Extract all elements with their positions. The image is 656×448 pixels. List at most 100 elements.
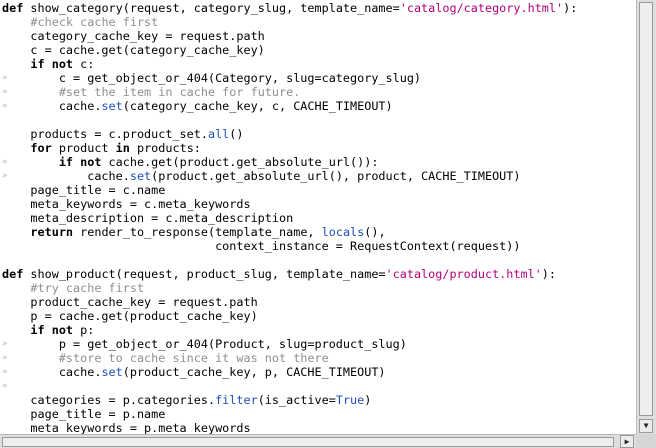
code-token: #try cache first: [30, 281, 145, 295]
code-token: product_cache_key = request.path: [2, 295, 258, 309]
code-token: (),: [364, 225, 386, 239]
code-token: cache.: [2, 365, 102, 379]
code-line: if not c:: [2, 57, 94, 71]
code-line: c = cache.get(category_cache_key): [2, 43, 265, 57]
code-token: cache.get(product.get_absolute_url()):: [101, 155, 379, 169]
code-token: set: [101, 365, 123, 379]
code-token: if not: [30, 57, 74, 71]
scroll-down-button[interactable]: ▼: [639, 419, 653, 433]
code-token: context_instance = RequestContext(reques…: [2, 239, 521, 253]
code-token: meta_keywords = p.meta_keywords: [2, 421, 251, 434]
code-token: products = c.product_set.: [2, 127, 208, 141]
code-line: meta_keywords = c.meta_keywords: [2, 197, 251, 211]
code-token: meta_description = c.meta_description: [2, 211, 294, 225]
code-line: #store to cache since it was not there: [2, 351, 329, 365]
code-line: for product in products:: [2, 141, 201, 155]
code-line: if not p:: [2, 323, 94, 337]
code-line: categories = p.categories.filter(is_acti…: [2, 393, 371, 407]
code-line: #set the item in cache for future.: [2, 85, 300, 99]
code-token: render_to_response(template_name,: [73, 225, 322, 239]
code-token: c = cache.get(category_cache_key): [2, 43, 265, 57]
code-token: cache.: [2, 169, 130, 183]
code-token: set: [101, 99, 123, 113]
vertical-scrollbar[interactable]: ▼: [636, 0, 656, 434]
code-token: in: [115, 141, 130, 155]
code-line: c = get_object_or_404(Category, slug=cat…: [2, 71, 421, 85]
code-line: meta_description = c.meta_description: [2, 211, 293, 225]
code-token: products:: [129, 141, 201, 155]
code-token: product: [51, 141, 116, 155]
code-line: if not cache.get(product.get_absolute_ur…: [2, 155, 379, 169]
code-line: p = get_object_or_404(Product, slug=prod…: [2, 337, 407, 351]
code-token: #set the item in cache for future.: [58, 85, 301, 99]
horizontal-scroll-thumb[interactable]: [2, 437, 614, 447]
code-token: for: [30, 141, 52, 155]
code-token: meta_keywords = c.meta_keywords: [2, 197, 251, 211]
code-line: meta_keywords = p.meta_keywords: [2, 421, 251, 434]
code-line: products = c.product_set.all(): [2, 127, 244, 141]
code-token: p = cache.get(product_cache_key): [2, 309, 258, 323]
code-token: all: [207, 127, 230, 141]
code-line: product_cache_key = request.path: [2, 295, 258, 309]
code-token: (): [229, 127, 244, 141]
arrow-right-icon: ▶: [624, 437, 630, 446]
scrollbar-corner: [636, 434, 656, 448]
code-token: c:: [73, 57, 95, 71]
code-line: cache.set(category_cache_key, c, CACHE_T…: [2, 99, 393, 113]
code-token: ): [364, 393, 372, 407]
code-token: (product_cache_key, p, CACHE_TIMEOUT): [122, 365, 386, 379]
code-token: if not: [30, 323, 74, 337]
code-editor[interactable]: def show_category(request, category_slug…: [0, 0, 636, 434]
code-token: 'catalog/product.html': [385, 267, 542, 281]
code-token: page_title = c.name: [2, 183, 166, 197]
code-token: category_cache_key = request.path: [2, 29, 265, 43]
code-token: filter: [215, 393, 258, 407]
code-line: #check cache first: [2, 15, 158, 29]
code-line: cache.set(product_cache_key, p, CACHE_TI…: [2, 365, 386, 379]
code-token: if not: [58, 155, 102, 169]
code-token: p = get_object_or_404(Product, slug=prod…: [2, 337, 407, 351]
code-line: context_instance = RequestContext(reques…: [2, 239, 520, 253]
code-token: set: [129, 169, 152, 183]
code-line: def show_category(request, category_slug…: [2, 1, 577, 15]
code-line: cache.set(product.get_absolute_url(), pr…: [2, 169, 520, 183]
code-token: locals: [321, 225, 365, 239]
code-token: c = get_object_or_404(Category, slug=cat…: [2, 71, 422, 85]
code-line: return render_to_response(template_name,…: [2, 225, 386, 239]
horizontal-scrollbar[interactable]: ▶: [0, 434, 636, 448]
code-token: (is_active=: [257, 393, 336, 407]
code-token: (category_cache_key, c, CACHE_TIMEOUT): [122, 99, 393, 113]
code-line: category_cache_key = request.path: [2, 29, 265, 43]
code-token: #check cache first: [30, 15, 159, 29]
code-line: #try cache first: [2, 281, 144, 295]
code-token: cache.: [2, 99, 102, 113]
scroll-right-button[interactable]: ▶: [620, 435, 634, 448]
code-line: p = cache.get(product_cache_key): [2, 309, 258, 323]
code-token: ):: [563, 1, 578, 15]
code-token: p:: [73, 323, 95, 337]
code-line: def show_product(request, product_slug, …: [2, 267, 556, 281]
code-token: return: [30, 225, 74, 239]
code-token: (product.get_absolute_url(), product, CA…: [151, 169, 521, 183]
code-token: page_title = p.name: [2, 407, 166, 421]
code-token: categories = p.categories.: [2, 393, 216, 407]
code-line: page_title = c.name: [2, 183, 165, 197]
code-token: ):: [541, 267, 557, 281]
code-token: show_category(request, category_slug, te…: [23, 1, 400, 15]
code-token: 'catalog/category.html': [399, 1, 564, 15]
vertical-scroll-thumb[interactable]: [639, 2, 653, 416]
arrow-down-icon: ▼: [643, 421, 649, 430]
code-token: #store to cache since it was not there: [58, 351, 329, 365]
code-token: show_product(request, product_slug, temp…: [23, 267, 386, 281]
wrap-marker-icon: »: [2, 381, 8, 391]
code-token: def: [2, 267, 24, 281]
code-token: True: [335, 393, 365, 407]
